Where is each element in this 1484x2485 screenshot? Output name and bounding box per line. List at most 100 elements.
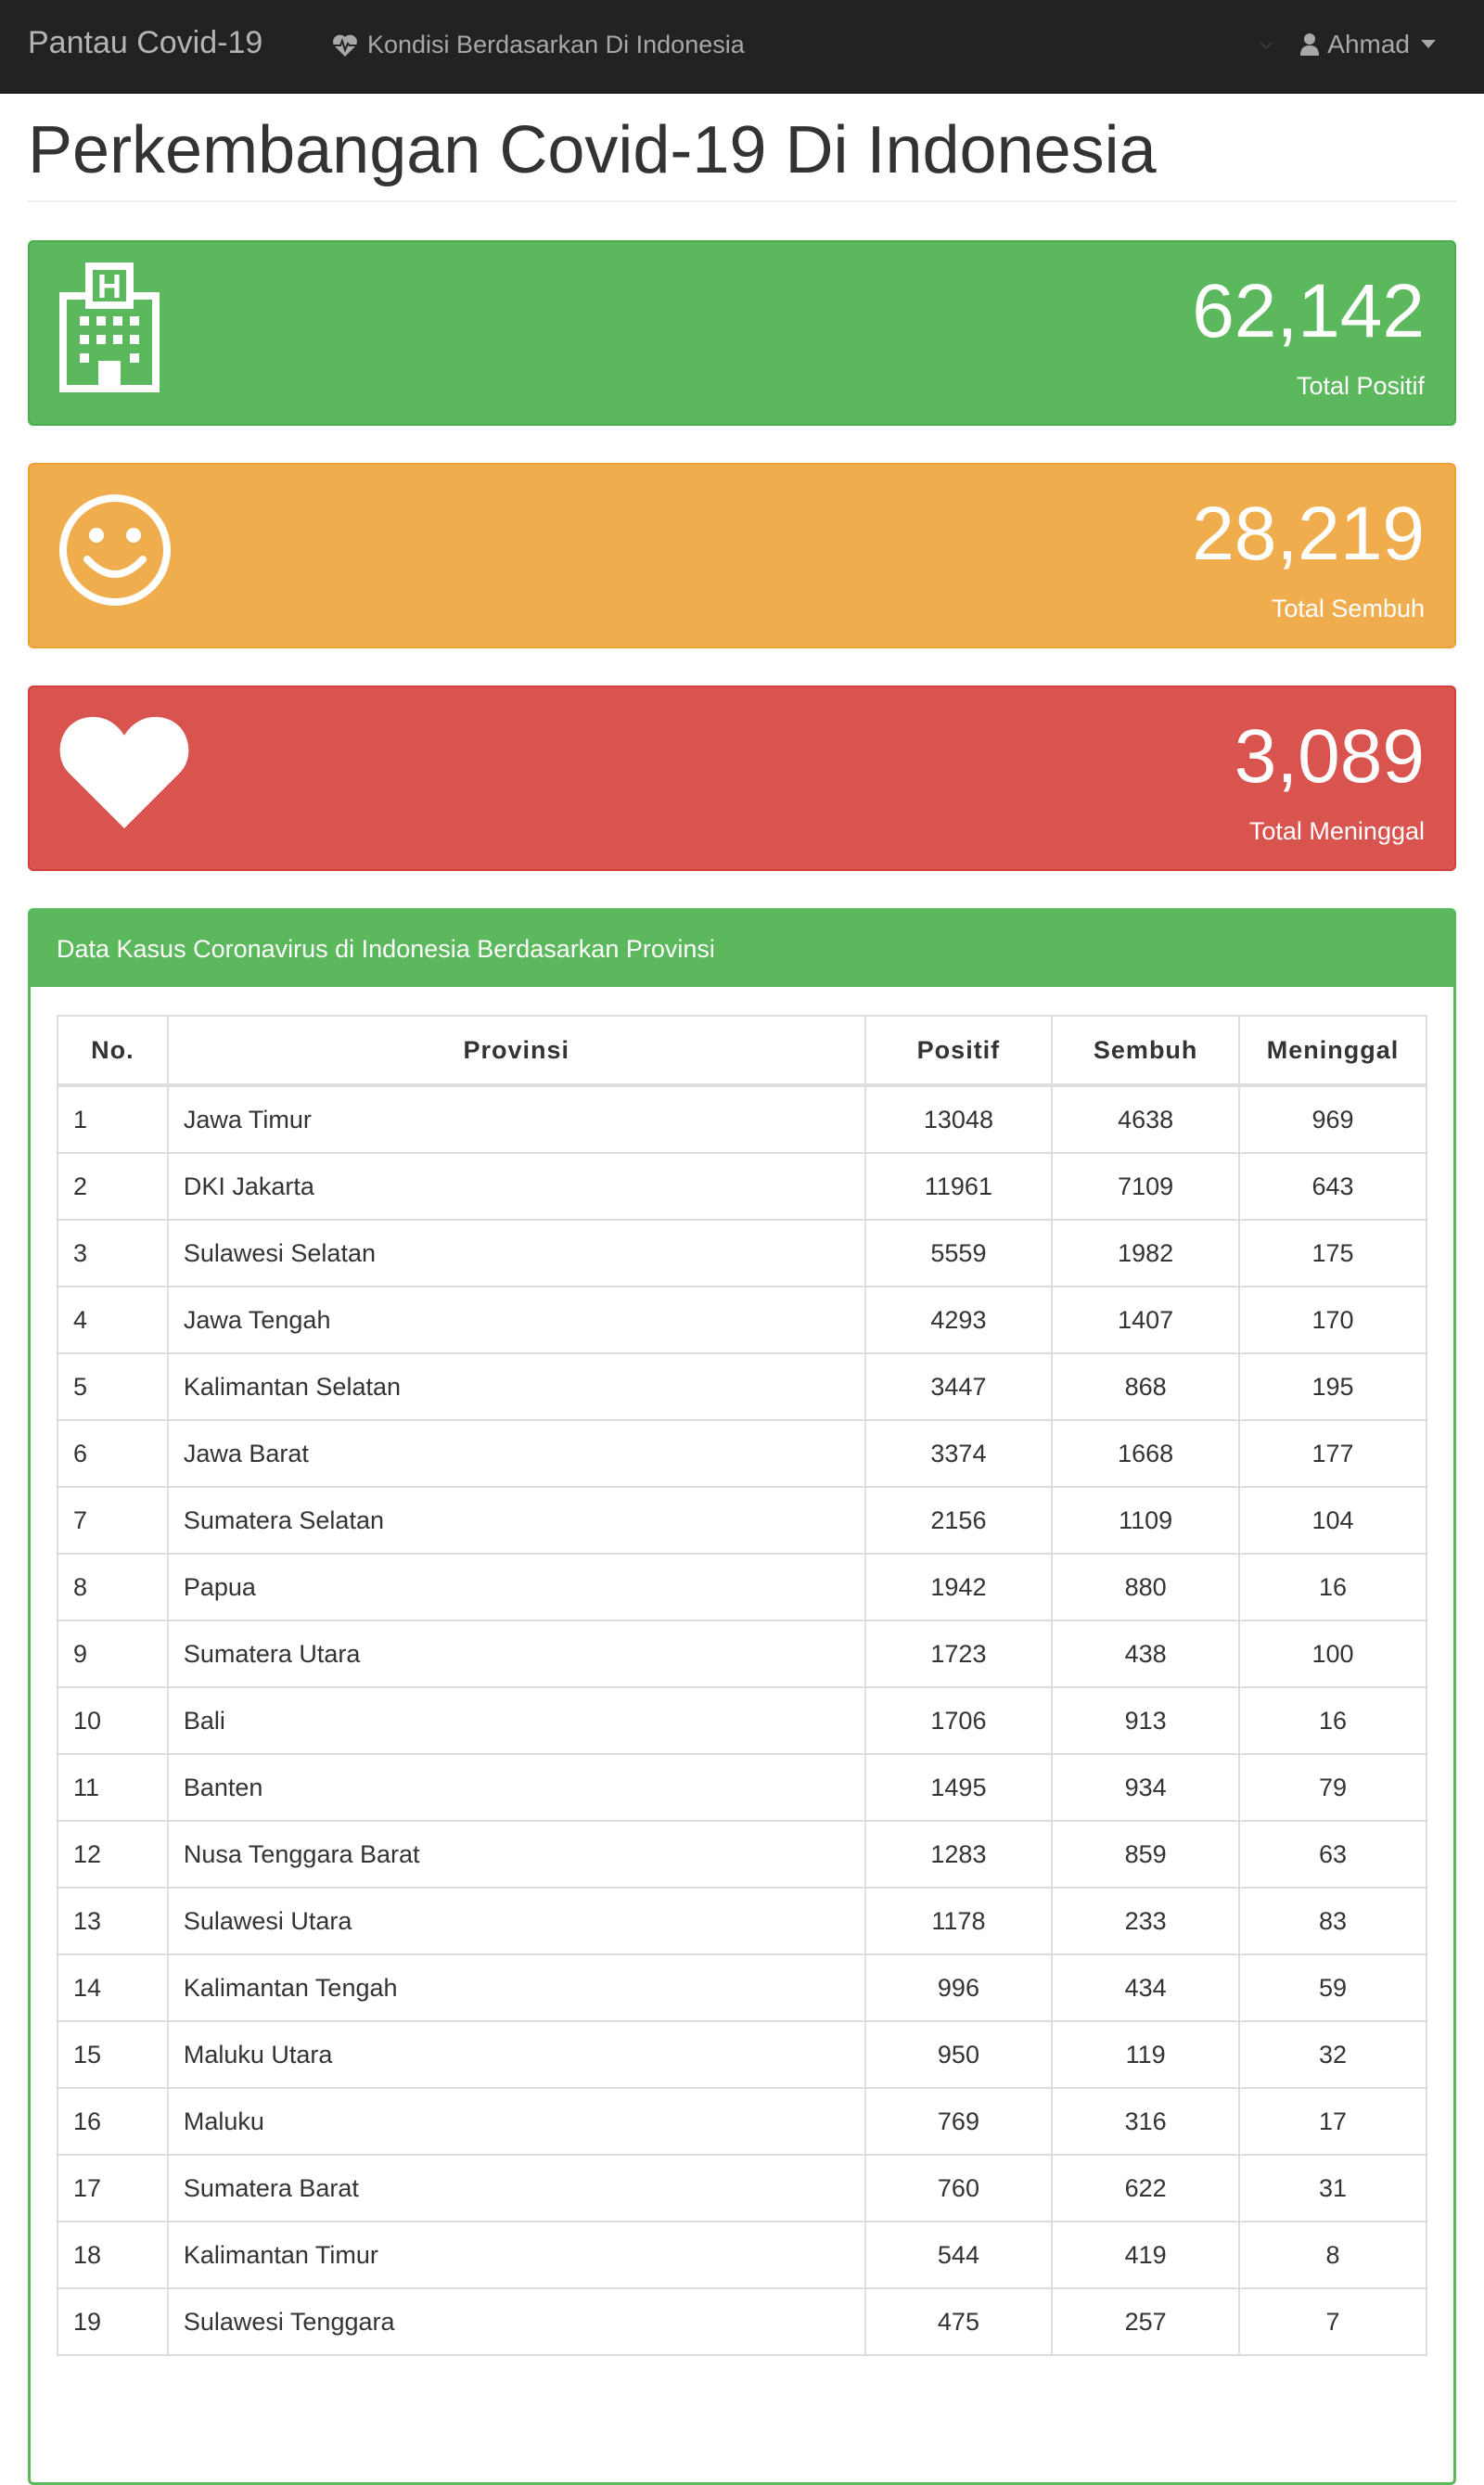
cell-sembuh: 622 — [1051, 2154, 1241, 2222]
cell-meninggal: 100 — [1238, 1620, 1427, 1688]
cell-positif: 1706 — [864, 1686, 1054, 1755]
cell-positif: 1283 — [864, 1820, 1054, 1889]
cell-meninggal: 170 — [1238, 1286, 1427, 1354]
cell-meninggal: 63 — [1238, 1820, 1427, 1889]
cell-no: 17 — [57, 2154, 169, 2222]
cell-meninggal: 643 — [1238, 1152, 1427, 1221]
cell-sembuh: 868 — [1051, 1352, 1241, 1421]
stat-label-meninggal: Total Meninggal — [1248, 817, 1425, 845]
table-row: 1 Jawa Timur 13048 4638 969 — [57, 1084, 1427, 1154]
cell-provinsi: Kalimantan Timur — [166, 2221, 866, 2289]
cell-sembuh: 434 — [1051, 1953, 1241, 2022]
cell-provinsi: Sumatera Selatan — [166, 1486, 866, 1555]
cell-meninggal: 8 — [1238, 2221, 1427, 2289]
column-header-no: No. — [57, 1015, 169, 1087]
table-row: 7 Sumatera Selatan 2156 1109 104 — [57, 1486, 1427, 1555]
cell-meninggal: 17 — [1238, 2087, 1427, 2156]
table-row: 16 Maluku 769 316 17 — [57, 2087, 1427, 2156]
cell-sembuh: 233 — [1051, 1887, 1241, 1955]
cell-provinsi: Bali — [166, 1686, 866, 1755]
stat-value-meninggal: 3,089 — [1234, 714, 1425, 799]
brand-link[interactable]: Pantau Covid-19 — [28, 25, 262, 61]
stat-panel-meninggal: 3,089 Total Meninggal — [28, 685, 1456, 871]
cell-no: 9 — [57, 1620, 169, 1688]
cell-no: 8 — [57, 1553, 169, 1621]
cell-sembuh: 1109 — [1051, 1486, 1241, 1555]
cell-no: 19 — [57, 2287, 169, 2356]
cell-meninggal: 83 — [1238, 1887, 1427, 1955]
cell-sembuh: 7109 — [1051, 1152, 1241, 1221]
cell-no: 14 — [57, 1953, 169, 2022]
cell-meninggal: 104 — [1238, 1486, 1427, 1555]
cell-no: 10 — [57, 1686, 169, 1755]
cell-meninggal: 177 — [1238, 1419, 1427, 1488]
table-row: 2 DKI Jakarta 11961 7109 643 — [57, 1152, 1427, 1221]
cell-sembuh: 119 — [1051, 2020, 1241, 2089]
cell-meninggal: 79 — [1238, 1753, 1427, 1822]
cell-positif: 13048 — [864, 1084, 1054, 1154]
page-title: Perkembangan Covid-19 Di Indonesia — [28, 113, 1157, 187]
cell-positif: 769 — [864, 2087, 1054, 2156]
cell-positif: 4293 — [864, 1286, 1054, 1354]
cell-no: 1 — [57, 1084, 169, 1154]
cell-provinsi: Kalimantan Tengah — [166, 1953, 866, 2022]
cell-positif: 760 — [864, 2154, 1054, 2222]
cell-provinsi: Sulawesi Tenggara — [166, 2287, 866, 2356]
cell-no: 12 — [57, 1820, 169, 1889]
cell-provinsi: Sulawesi Selatan — [166, 1219, 866, 1287]
hospital-icon: H — [59, 263, 160, 392]
cell-provinsi: Sumatera Utara — [166, 1620, 866, 1688]
navbar: Pantau Covid-19 Kondisi Berdasarkan Di I… — [0, 0, 1484, 94]
cell-no: 6 — [57, 1419, 169, 1488]
cell-meninggal: 32 — [1238, 2020, 1427, 2089]
cell-no: 3 — [57, 1219, 169, 1287]
cell-no: 11 — [57, 1753, 169, 1822]
panel-heading: Data Kasus Coronavirus di Indonesia Berd… — [31, 911, 1453, 987]
province-table-panel: Data Kasus Coronavirus di Indonesia Berd… — [28, 908, 1456, 2485]
cell-no: 2 — [57, 1152, 169, 1221]
stat-value-sembuh: 28,219 — [1192, 492, 1425, 576]
cell-sembuh: 880 — [1051, 1553, 1241, 1621]
cell-sembuh: 913 — [1051, 1686, 1241, 1755]
nav-link-kondisi[interactable]: Kondisi Berdasarkan Di Indonesia — [332, 31, 745, 59]
table-row: 10 Bali 1706 913 16 — [57, 1686, 1427, 1755]
cell-sembuh: 4638 — [1051, 1084, 1241, 1154]
cell-no: 15 — [57, 2020, 169, 2089]
stat-value-positif: 62,142 — [1192, 269, 1425, 353]
cell-provinsi: Sulawesi Utara — [166, 1887, 866, 1955]
nav-link-label: Kondisi Berdasarkan Di Indonesia — [367, 31, 745, 58]
user-menu[interactable]: Ahmad — [1299, 30, 1443, 59]
cell-positif: 2156 — [864, 1486, 1054, 1555]
cell-positif: 996 — [864, 1953, 1054, 2022]
cell-provinsi: Jawa Tengah — [166, 1286, 866, 1354]
table-row: 18 Kalimantan Timur 544 419 8 — [57, 2221, 1427, 2289]
stat-label-positif: Total Positif — [1296, 372, 1425, 400]
heartbeat-icon — [333, 34, 357, 57]
cell-meninggal: 31 — [1238, 2154, 1427, 2222]
cell-positif: 1178 — [864, 1887, 1054, 1955]
table-row: 4 Jawa Tengah 4293 1407 170 — [57, 1286, 1427, 1354]
table-row: 13 Sulawesi Utara 1178 233 83 — [57, 1887, 1427, 1955]
cell-sembuh: 438 — [1051, 1620, 1241, 1688]
table-row: 5 Kalimantan Selatan 3447 868 195 — [57, 1352, 1427, 1421]
stat-panel-positif: H 62,142 Total Positif — [28, 240, 1456, 426]
cell-no: 4 — [57, 1286, 169, 1354]
cell-sembuh: 1982 — [1051, 1219, 1241, 1287]
cell-meninggal: 195 — [1238, 1352, 1427, 1421]
cell-provinsi: Maluku — [166, 2087, 866, 2156]
cell-sembuh: 257 — [1051, 2287, 1241, 2356]
column-header-positif: Positif — [864, 1015, 1054, 1087]
cell-provinsi: Jawa Barat — [166, 1419, 866, 1488]
cell-meninggal: 7 — [1238, 2287, 1427, 2356]
column-header-sembuh: Sembuh — [1051, 1015, 1241, 1087]
cell-provinsi: Sumatera Barat — [166, 2154, 866, 2222]
column-header-provinsi: Provinsi — [166, 1015, 866, 1087]
cell-provinsi: Papua — [166, 1553, 866, 1621]
cell-positif: 1942 — [864, 1553, 1054, 1621]
table-row: 3 Sulawesi Selatan 5559 1982 175 — [57, 1219, 1427, 1287]
table-row: 17 Sumatera Barat 760 622 31 — [57, 2154, 1427, 2222]
cell-provinsi: Kalimantan Selatan — [166, 1352, 866, 1421]
column-header-meninggal: Meninggal — [1238, 1015, 1427, 1087]
cell-no: 5 — [57, 1352, 169, 1421]
chevron-down-icon[interactable] — [1260, 41, 1273, 50]
